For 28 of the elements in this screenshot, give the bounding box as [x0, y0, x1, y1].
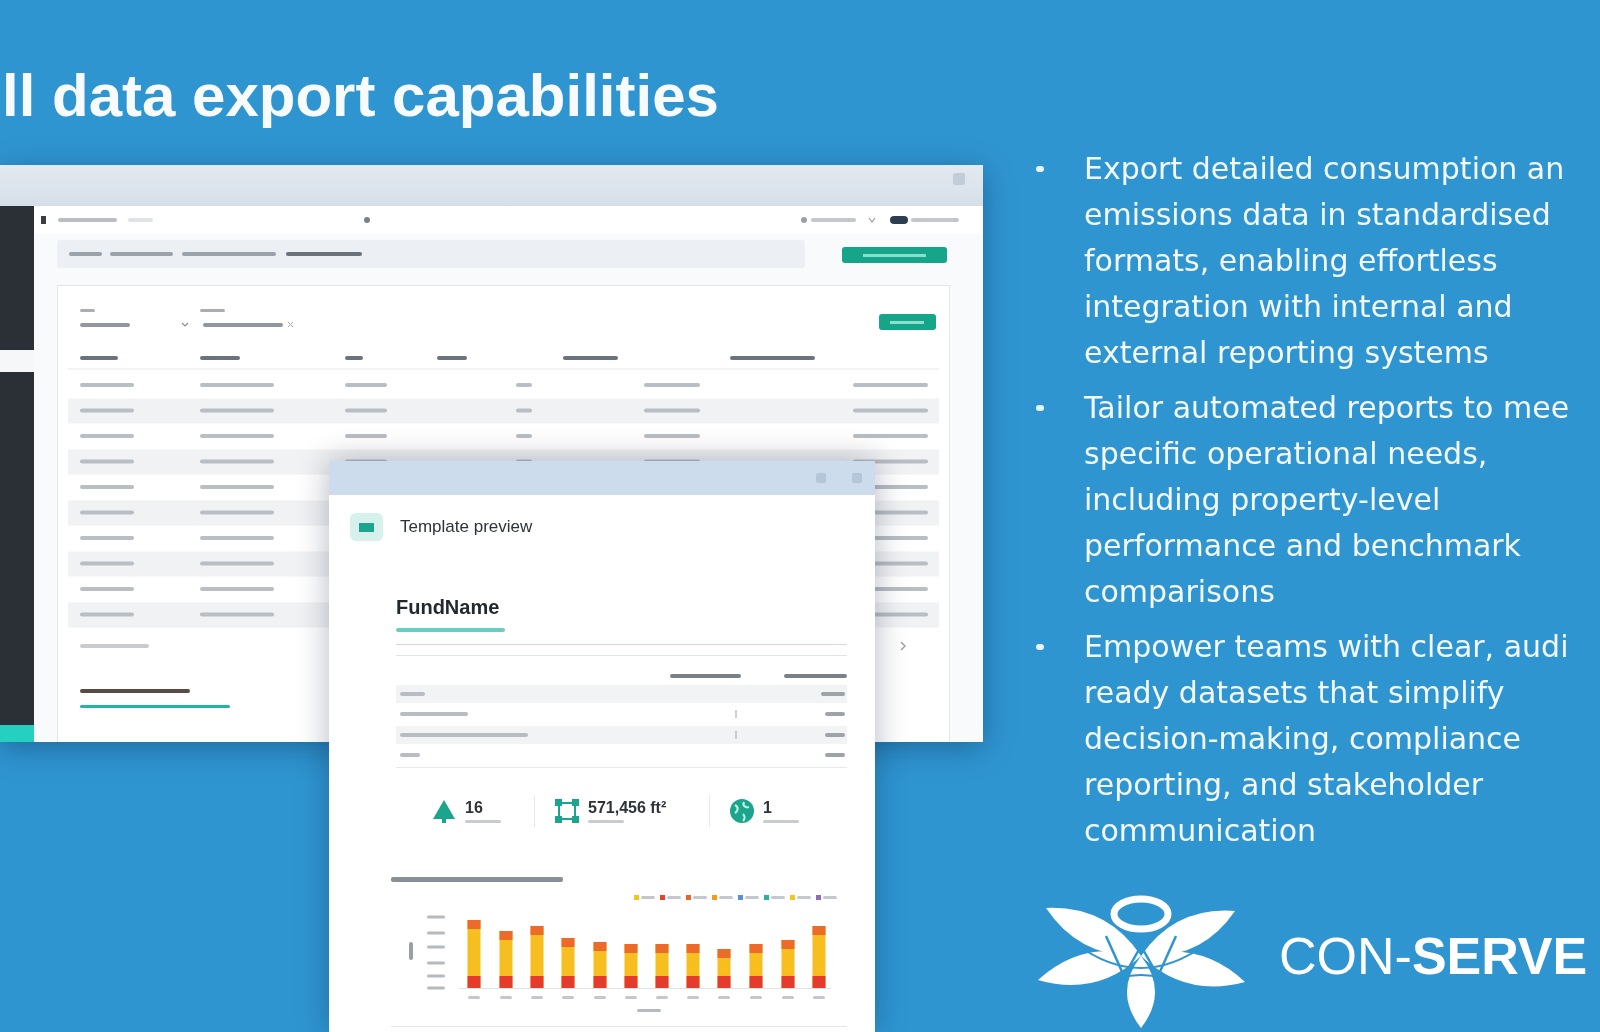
- blurred-text: [80, 644, 149, 648]
- bullet-icon: [1036, 644, 1044, 650]
- window-control-icon[interactable]: [953, 173, 965, 185]
- bullet-text: Tailor automated reports to mee specific operational needs, including property-level performance and benchmark comparisons: [1084, 389, 1570, 611]
- bullet-text: Empower teams with clear, audi ready datasets that simplify decision-making, compliance reporting, and stakeholder communication: [1084, 628, 1569, 850]
- bullet-icon: [1036, 405, 1044, 411]
- action-button[interactable]: [842, 247, 947, 263]
- blurred-text: [763, 820, 799, 823]
- window-control-icon[interactable]: [852, 473, 862, 483]
- stat-value: 1: [763, 799, 772, 817]
- logo-text: CON-SERVE: [1279, 925, 1588, 986]
- action-button[interactable]: [879, 314, 936, 330]
- blurred-text: [588, 820, 624, 823]
- slide-title: ll data export capabilities: [2, 66, 720, 126]
- bullet-text: Export detailed consumption an emissions data in standardised formats, enabling effortless integration with internal and external reporting systems: [1084, 150, 1565, 372]
- window-control-icon[interactable]: [816, 473, 826, 483]
- chevron-right-icon[interactable]: [900, 641, 906, 651]
- fund-name: FundName: [396, 596, 500, 618]
- sidebar-accent: [0, 725, 34, 742]
- template-icon: [350, 513, 383, 541]
- globe-icon: [730, 799, 754, 823]
- blurred-text: [465, 820, 501, 823]
- area-icon: [555, 799, 579, 823]
- bullet-icon: [1036, 166, 1044, 172]
- tree-icon: [432, 799, 456, 823]
- stat-value: 16: [465, 799, 483, 817]
- dialog-title: Template preview: [400, 517, 533, 537]
- stat-value: 571,456 ft²: [588, 799, 667, 817]
